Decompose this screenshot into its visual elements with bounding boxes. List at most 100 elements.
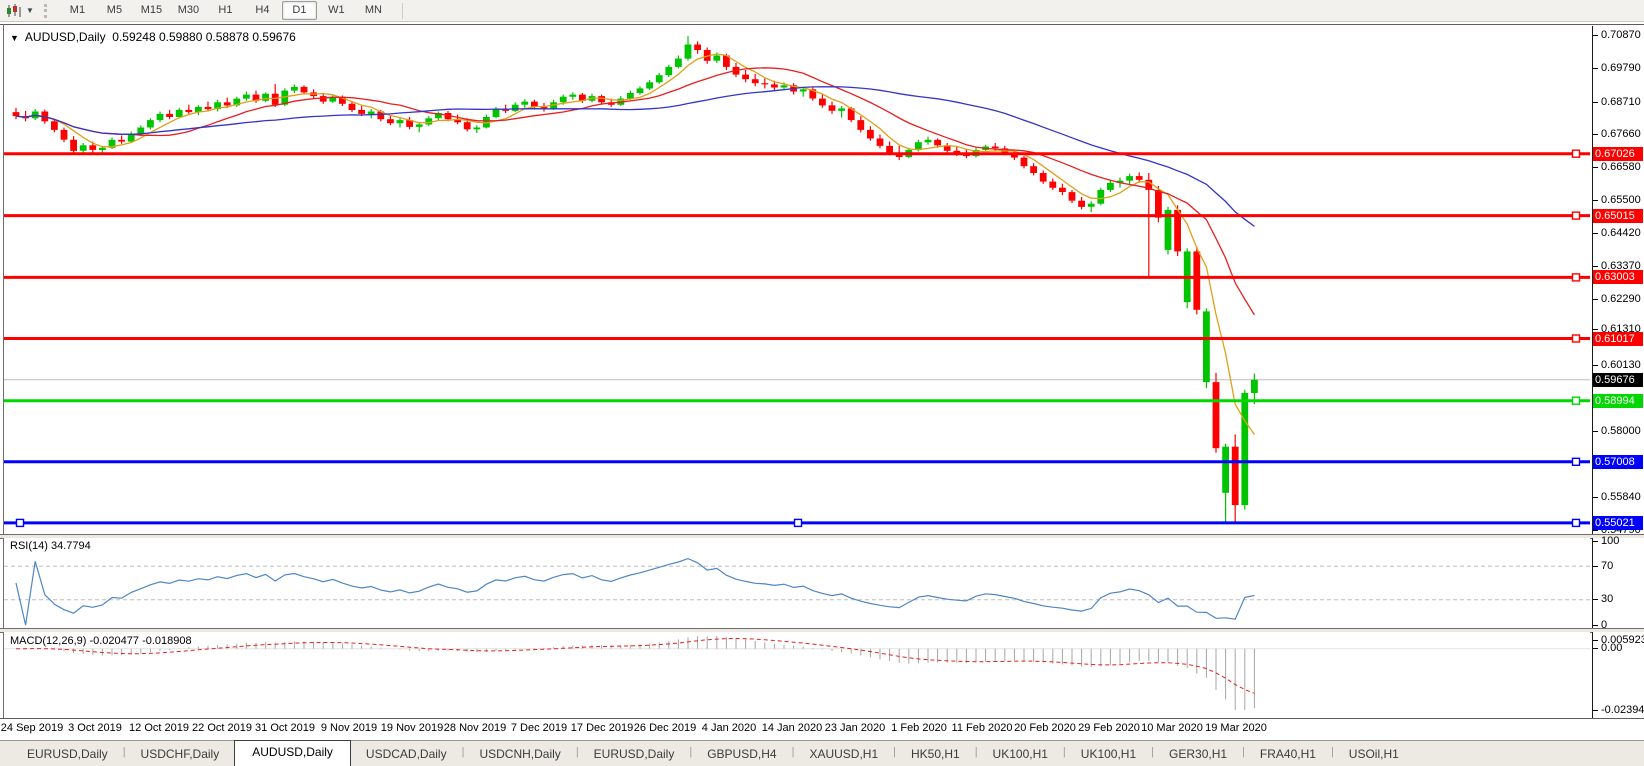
date-label: 17 Dec 2019 [571,722,633,734]
date-label: 29 Feb 2020 [1078,722,1140,734]
price-tick-0.70870: 0.70870 [1601,29,1641,42]
macd-tick-zero: 0.00 [1601,642,1622,655]
price-tick-0.64420: 0.64420 [1601,227,1641,240]
rsi-chart[interactable] [4,538,1590,628]
date-label: 19 Mar 2020 [1205,722,1267,734]
tf-button-M5[interactable]: M5 [97,1,132,20]
date-label: 19 Nov 2019 [381,722,443,734]
price-tick-0.55840: 0.55840 [1601,491,1641,504]
hline-price-label-0.67026: 0.67026 [1593,147,1643,161]
price-tick-0.68710: 0.68710 [1601,96,1641,109]
macd-chart[interactable] [4,632,1590,718]
date-label: 23 Jan 2020 [825,722,886,734]
trading-terminal: ▼ M1M5M15M30H1H4D1W1MN ▼ AUDUSD,Daily 0.5… [0,0,1644,766]
macd-signal-line [16,639,1254,694]
date-label: 28 Nov 2019 [444,722,506,734]
timeframe-buttons: M1M5M15M30H1H4D1W1MN [59,1,392,20]
rsi-axis[interactable]: 10070300 [1592,538,1644,628]
date-label: 3 Oct 2019 [68,722,122,734]
chart-tab-bar: EURUSD,Daily|USDCHF,DailyAUDUSD,DailyUSD… [0,740,1644,766]
horizontal-line-0.57008[interactable] [4,458,1590,465]
hline-price-label-0.63003: 0.63003 [1593,270,1643,284]
tf-button-H1[interactable]: H1 [208,1,243,20]
timeframe-toolbar: ▼ M1M5M15M30H1H4D1W1MN [0,0,1644,22]
tf-button-W1[interactable]: W1 [319,1,354,20]
price-tick-0.65500: 0.65500 [1601,194,1641,207]
hline-price-label-0.58994: 0.58994 [1593,394,1643,408]
price-tick-0.66580: 0.66580 [1601,161,1641,174]
symbol-period-label: AUDUSD,Daily [25,30,106,44]
toolbar-separator [402,3,403,19]
rsi-line [16,559,1254,625]
toolbar-caret-icon[interactable]: ▼ [26,6,34,15]
macd-histogram [16,636,1254,710]
horizontal-line-0.67026[interactable] [4,150,1590,157]
date-label: 26 Dec 2019 [634,722,696,734]
horizontal-line-0.55021[interactable] [4,519,1590,526]
tf-button-D1[interactable]: D1 [282,1,317,20]
date-label: 10 Mar 2020 [1141,722,1203,734]
chart-tab-HK50-H1[interactable]: HK50,H1 [896,743,975,766]
rsi-tick-30: 30 [1601,593,1613,606]
date-label: 1 Feb 2020 [891,722,947,734]
current-price-label: 0.59676 [1593,373,1643,387]
rsi-label: RSI(14) 34.7794 [10,540,91,552]
date-label: 22 Oct 2019 [192,722,252,734]
chart-tab-EURUSD-Daily[interactable]: EURUSD,Daily [579,743,690,766]
tf-button-M15[interactable]: M15 [134,1,169,20]
horizontal-line-0.58994[interactable] [4,397,1590,404]
chart-tab-FRA40-H1[interactable]: FRA40,H1 [1245,743,1331,766]
date-label: 11 Feb 2020 [952,722,1013,734]
hline-price-label-0.65015: 0.65015 [1593,209,1643,223]
candlestick-chart-icon[interactable] [6,3,24,19]
hline-price-label-0.55021: 0.55021 [1593,516,1643,530]
tf-button-M1[interactable]: M1 [60,1,95,20]
price-tick-0.67660: 0.67660 [1601,128,1641,141]
date-label: 20 Feb 2020 [1014,722,1076,734]
chart-tab-GER30-H1[interactable]: GER30,H1 [1154,743,1242,766]
date-axis[interactable]: 24 Sep 2019 3 Oct 2019 12 Oct 201922 Oct 2… [4,719,1590,738]
date-label: 31 Oct 2019 [255,722,315,734]
chart-tab-USDCHF-Daily[interactable]: USDCHF,Daily [126,743,235,766]
price-tick-0.62290: 0.62290 [1601,293,1641,306]
ohlc-readout: 0.59248 0.59880 0.58878 0.59676 [112,30,296,44]
horizontal-line-0.63003[interactable] [4,274,1590,281]
macd-axis[interactable]: 0.0059230.00-0.023944 [1592,632,1644,718]
chart-tab-GBPUSD-H4[interactable]: GBPUSD,H4 [692,743,791,766]
rsi-tick-100: 100 [1601,535,1619,548]
date-label: 4 Jan 2020 [702,722,756,734]
price-tick-0.69790: 0.69790 [1601,62,1641,75]
chart-tab-USDCAD-Daily[interactable]: USDCAD,Daily [351,743,462,766]
chart-tab-USDCNH-Daily[interactable]: USDCNH,Daily [464,743,575,766]
price-axis[interactable]: 0.70870 0.69790 0.68710 0.67660 0.66580 0.655… [1592,26,1644,534]
chart-tab-UK100-H1[interactable]: UK100,H1 [1066,743,1151,766]
horizontal-line-0.61017[interactable] [4,335,1590,342]
chart-frame-top [0,24,1644,25]
rsi-tick-70: 70 [1601,560,1613,573]
date-label: 12 Oct 2019 [129,722,189,734]
chart-title[interactable]: ▼ AUDUSD,Daily 0.59248 0.59880 0.58878 0.… [10,30,296,44]
tf-button-MN[interactable]: MN [356,1,391,20]
date-label: 24 Sep 2019 [1,722,63,734]
date-label: 7 Dec 2019 [511,722,567,734]
tf-button-M30[interactable]: M30 [171,1,206,20]
title-dropdown-caret-icon[interactable]: ▼ [10,33,19,43]
date-label: 14 Jan 2020 [762,722,823,734]
date-label: 9 Nov 2019 [321,722,377,734]
hline-price-label-0.57008: 0.57008 [1593,455,1643,469]
chart-tab-EURUSD-Daily[interactable]: EURUSD,Daily [12,743,123,766]
horizontal-line-0.65015[interactable] [4,212,1590,219]
price-tick-0.58000: 0.58000 [1601,425,1641,438]
macd-tick-min: -0.023944 [1601,704,1644,717]
price-tick-0.60130: 0.60130 [1601,359,1641,372]
hline-price-label-0.61017: 0.61017 [1593,332,1643,346]
chart-tab-USOil-H1[interactable]: USOil,H1 [1334,743,1414,766]
tf-button-H4[interactable]: H4 [245,1,280,20]
price-chart[interactable] [4,26,1590,534]
rsi-tick-0: 0 [1601,619,1607,632]
macd-label: MACD(12,26,9) -0.020477 -0.018908 [10,635,192,647]
chart-tab-AUDUSD-Daily[interactable]: AUDUSD,Daily [234,740,351,766]
chart-tab-XAUUSD-H1[interactable]: XAUUSD,H1 [794,743,893,766]
toolbar-grip [44,4,50,18]
chart-tab-UK100-H1[interactable]: UK100,H1 [978,743,1063,766]
